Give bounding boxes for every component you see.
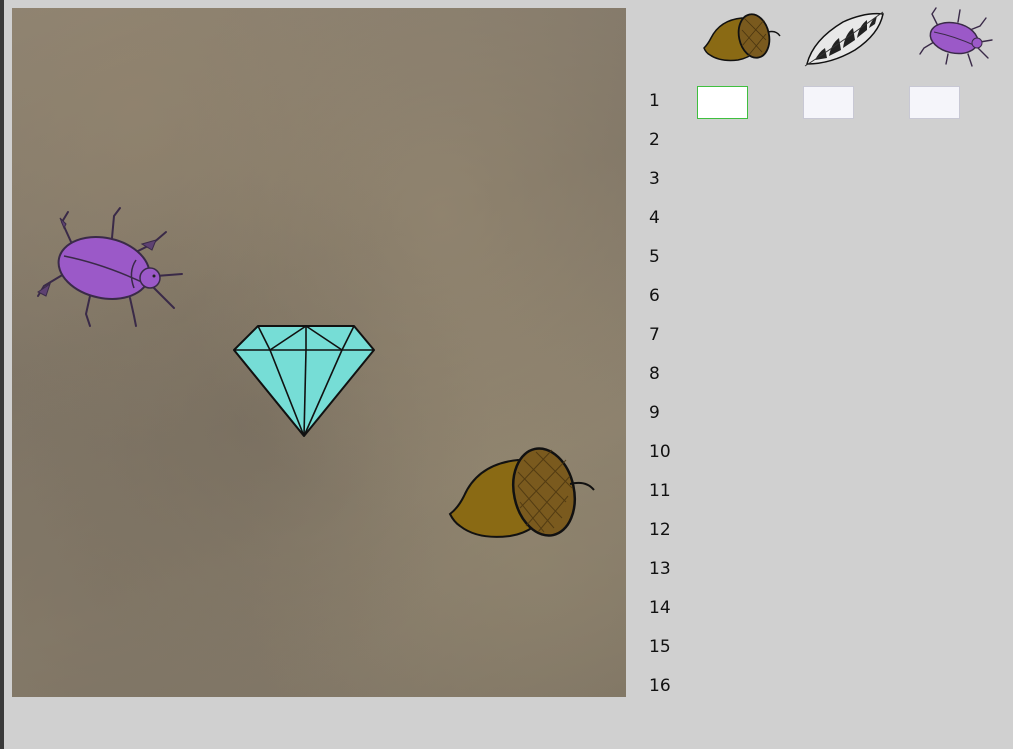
row-number: 1	[649, 91, 660, 111]
row-number: 11	[649, 481, 671, 501]
row-number: 5	[649, 247, 660, 267]
row-number: 2	[649, 130, 660, 150]
row-number: 3	[649, 169, 660, 189]
answer-feather-row-1[interactable]	[803, 86, 854, 119]
acorn-icon	[703, 13, 781, 62]
game-board[interactable]	[12, 8, 626, 697]
acorn-icon[interactable]	[448, 446, 598, 542]
row-number: 7	[649, 325, 660, 345]
row-number: 15	[649, 637, 671, 657]
row-number: 16	[649, 676, 671, 696]
row-number: 10	[649, 442, 671, 462]
row-number: 13	[649, 559, 671, 579]
row-number: 4	[649, 208, 660, 228]
row-number: 9	[649, 403, 660, 423]
answer-acorn-row-1[interactable]	[697, 86, 748, 119]
beetle-icon	[919, 7, 993, 67]
row-number: 8	[649, 364, 660, 384]
row-number: 12	[649, 520, 671, 540]
beetle-icon[interactable]	[24, 204, 186, 328]
row-number: 6	[649, 286, 660, 306]
answer-beetle-row-1[interactable]	[909, 86, 960, 119]
feather-icon	[804, 11, 884, 67]
window-edge	[0, 0, 4, 749]
row-number: 14	[649, 598, 671, 618]
diamond-icon[interactable]	[232, 324, 376, 440]
